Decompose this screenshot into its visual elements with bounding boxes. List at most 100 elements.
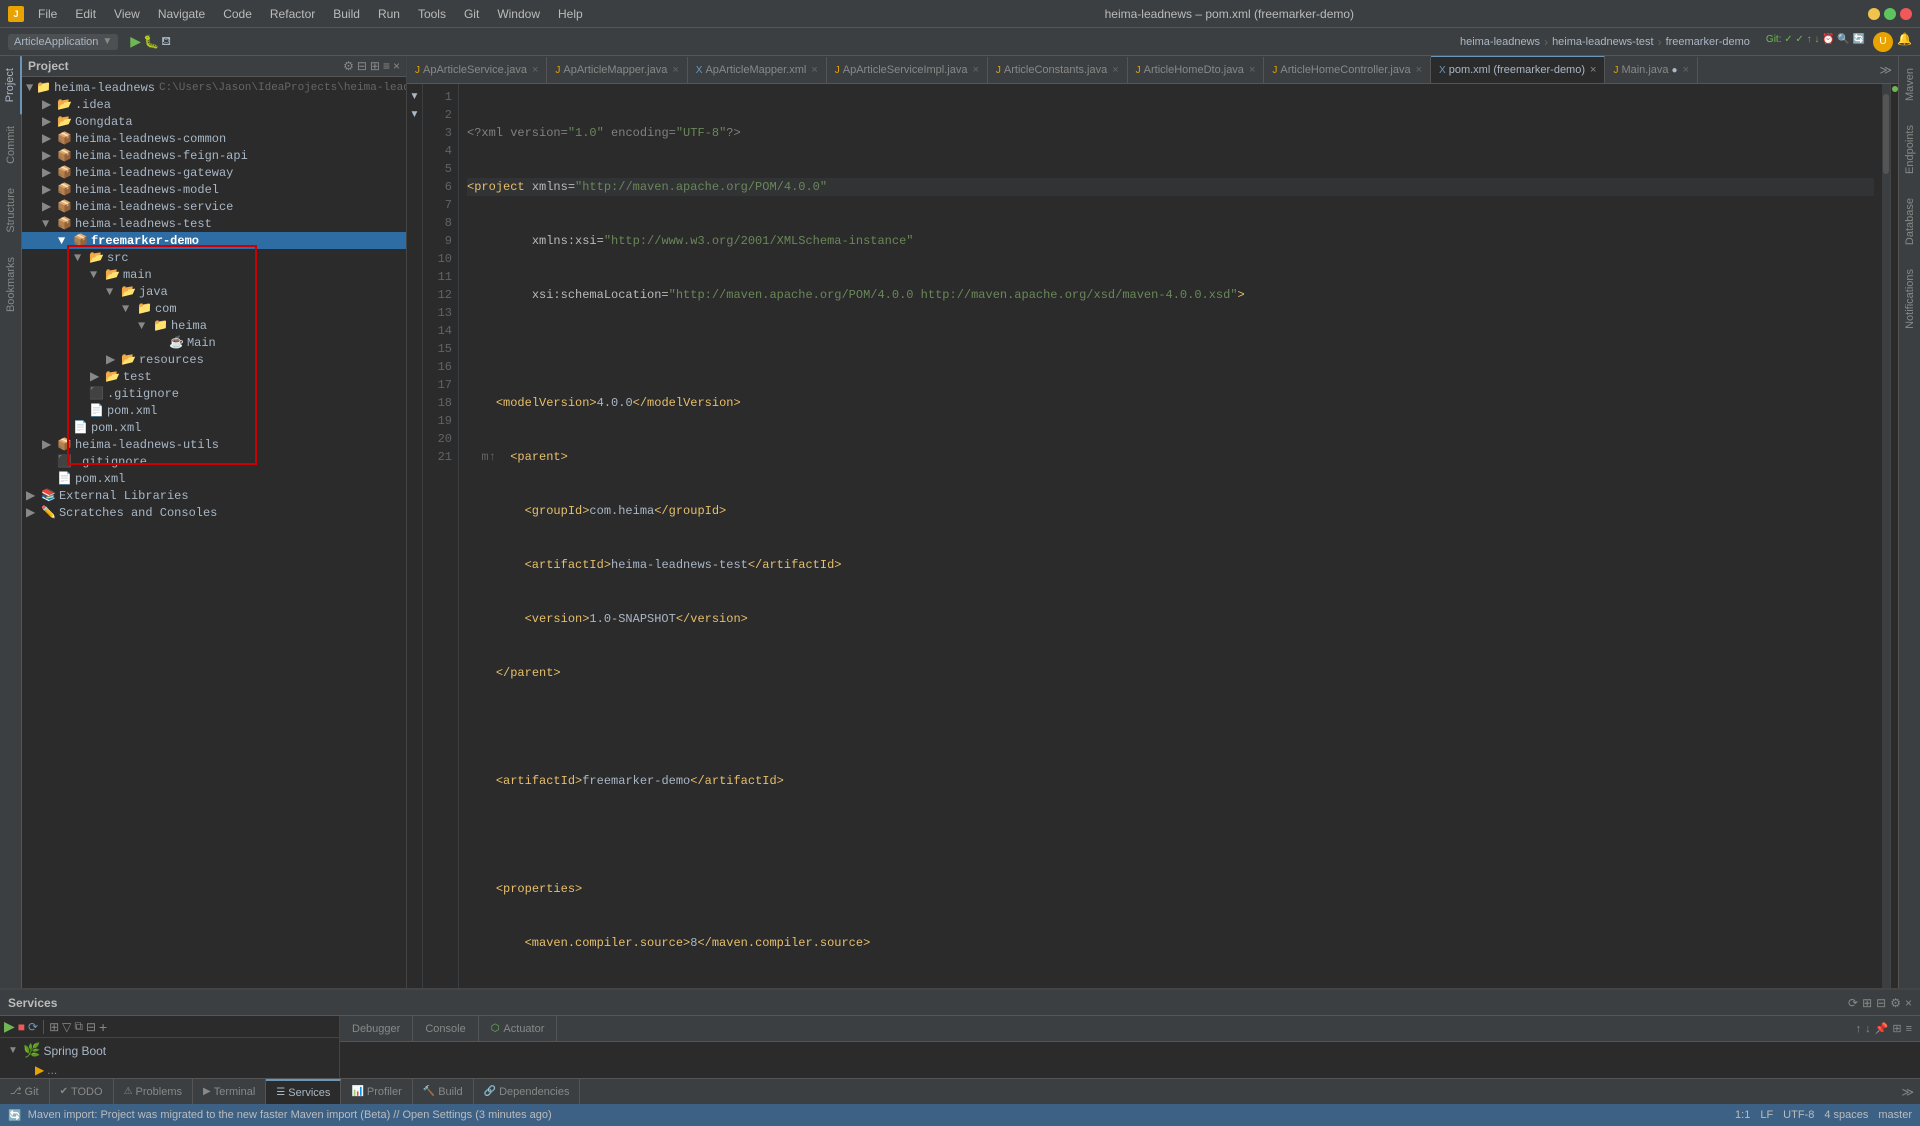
tree-item-test-dir[interactable]: ▶ 📂 test	[22, 368, 406, 385]
editor-scrollbar[interactable]	[1882, 84, 1890, 988]
tree-item-feign[interactable]: ▶ 📦 heima-leadnews-feign-api	[22, 147, 406, 164]
tree-item-model[interactable]: ▶ 📦 heima-leadnews-model	[22, 181, 406, 198]
tab-close-icon[interactable]: ×	[672, 64, 678, 76]
services-run-icon[interactable]: ▶	[4, 1018, 15, 1035]
tab-close-icon[interactable]: ×	[1590, 64, 1596, 76]
bottom-tab-problems[interactable]: ⚠ Problems	[114, 1079, 193, 1105]
tree-item-heima[interactable]: ▼ 📁 heima	[22, 317, 406, 334]
run-button[interactable]: ▶	[130, 33, 141, 50]
tab-close-icon[interactable]: ×	[811, 64, 817, 76]
tree-item-gongdata[interactable]: ▶ 📂 Gongdata	[22, 113, 406, 130]
tree-item-utils[interactable]: ▶ 📦 heima-leadnews-utils	[22, 436, 406, 453]
settings-icon[interactable]: ≡	[383, 59, 390, 73]
git-update-button[interactable]: Git: ✓ ✓ ↑ ↓ ⏰ 🔍 🔄	[1762, 32, 1869, 52]
spring-boot-item[interactable]: ▼ 🌿 Spring Boot	[4, 1040, 335, 1061]
breadcrumb-demo[interactable]: freemarker-demo	[1666, 36, 1750, 48]
sidebar-tab-maven[interactable]: Maven	[1900, 56, 1920, 113]
menu-edit[interactable]: Edit	[67, 5, 104, 23]
services-filter-icon[interactable]: ▽	[62, 1020, 71, 1034]
close-panel-icon[interactable]: ×	[393, 59, 400, 73]
status-lf[interactable]: LF	[1760, 1109, 1773, 1121]
tree-item-idea[interactable]: ▶ 📂 .idea	[22, 96, 406, 113]
scrollbar-thumb[interactable]	[1883, 94, 1889, 174]
tab-close-icon[interactable]: ×	[1249, 64, 1255, 76]
tab-pom-xml[interactable]: X pom.xml (freemarker-demo) ×	[1431, 56, 1605, 83]
tree-item-src[interactable]: ▼ 📂 src	[22, 249, 406, 266]
settings-icon2[interactable]: ⚙	[1890, 996, 1901, 1010]
close-button[interactable]	[1900, 8, 1912, 20]
status-notification[interactable]: 🔄 Maven import: Project was migrated to …	[8, 1109, 1735, 1122]
status-indent[interactable]: 4 spaces	[1824, 1109, 1868, 1121]
tree-item-gitignore[interactable]: ⬛ .gitignore	[22, 385, 406, 402]
svc-table-icon[interactable]: ⊞	[1892, 1022, 1901, 1035]
bottom-tab-profiler[interactable]: 📊 Profiler	[341, 1079, 412, 1105]
bottom-bar-expand-icon[interactable]: ≫	[1895, 1085, 1920, 1099]
tab-ApArticleServiceImpl[interactable]: J ApArticleServiceImpl.java ×	[827, 57, 988, 83]
fold-marker-7[interactable]: ▼	[407, 88, 422, 106]
tab-close-icon[interactable]: ×	[972, 64, 978, 76]
menu-window[interactable]: Window	[489, 5, 548, 23]
tree-item-root[interactable]: ▼ 📁 heima-leadnews C:\Users\Jason\IdeaPr…	[22, 79, 406, 96]
run-config-dropdown[interactable]: ArticleApplication ▼	[8, 34, 118, 50]
code-editor[interactable]: <?xml version="1.0" encoding="UTF-8"?> <…	[459, 84, 1882, 988]
status-position[interactable]: 1:1	[1735, 1109, 1750, 1121]
tab-close-icon[interactable]: ×	[1112, 64, 1118, 76]
menu-file[interactable]: File	[30, 5, 65, 23]
status-branch[interactable]: master	[1878, 1109, 1912, 1121]
tab-close-icon[interactable]: ×	[1416, 64, 1422, 76]
breadcrumb-project[interactable]: heima-leadnews	[1460, 36, 1540, 48]
breadcrumb-test[interactable]: heima-leadnews-test	[1552, 36, 1654, 48]
services-group-icon[interactable]: ⊟	[86, 1020, 96, 1034]
expand-all-icon[interactable]: ⊞	[1862, 996, 1872, 1010]
spring-boot-child[interactable]: ▶ ...	[4, 1061, 335, 1078]
coverage-button[interactable]: ⛾	[161, 34, 171, 50]
tree-item-common[interactable]: ▶ 📦 heima-leadnews-common	[22, 130, 406, 147]
tab-close-icon[interactable]: ×	[1683, 64, 1689, 76]
tree-item-pom-outer[interactable]: 📄 pom.xml	[22, 419, 406, 436]
menu-navigate[interactable]: Navigate	[150, 5, 213, 23]
menu-code[interactable]: Code	[215, 5, 260, 23]
svc-scroll-up-icon[interactable]: ↑	[1856, 1023, 1862, 1035]
minimize-button[interactable]	[1868, 8, 1880, 20]
tab-close-icon[interactable]: ×	[532, 64, 538, 76]
tree-item-pom-root[interactable]: 📄 pom.xml	[22, 470, 406, 487]
svc-scroll-down-icon[interactable]: ↓	[1865, 1023, 1871, 1035]
bottom-tab-services[interactable]: ☰ Services	[266, 1079, 341, 1105]
menu-build[interactable]: Build	[325, 5, 368, 23]
expand-icon[interactable]: ⊞	[370, 59, 380, 73]
tree-item-freemarker-demo[interactable]: ▼ 📦 freemarker-demo	[22, 232, 406, 249]
bottom-tab-git[interactable]: ⎇ Git	[0, 1079, 50, 1105]
fold-marker-15[interactable]: ▼	[407, 106, 422, 124]
bottom-tab-build[interactable]: 🔨 Build	[413, 1079, 474, 1105]
tab-ArticleHomeDto[interactable]: J ArticleHomeDto.java ×	[1128, 57, 1265, 83]
sidebar-tab-project[interactable]: Project	[0, 56, 22, 114]
sidebar-tab-notifications[interactable]: Notifications	[1900, 257, 1920, 341]
tree-item-com[interactable]: ▼ 📁 com	[22, 300, 406, 317]
more-tabs-button[interactable]: ≫	[1873, 63, 1898, 77]
bottom-tab-todo[interactable]: ✔ TODO	[50, 1079, 114, 1105]
gear-icon[interactable]: ⚙	[343, 59, 354, 73]
svc-more-icon[interactable]: ≡	[1906, 1023, 1912, 1035]
tree-item-main[interactable]: ▼ 📂 main	[22, 266, 406, 283]
services-add-icon[interactable]: +	[99, 1019, 107, 1035]
menu-git[interactable]: Git	[456, 5, 487, 23]
tab-ApArticleService[interactable]: J ApArticleService.java ×	[407, 57, 547, 83]
tree-item-service[interactable]: ▶ 📦 heima-leadnews-service	[22, 198, 406, 215]
sidebar-tab-structure[interactable]: Structure	[1, 176, 21, 245]
tree-item-java[interactable]: ▼ 📂 java	[22, 283, 406, 300]
tree-item-Main[interactable]: ☕ Main	[22, 334, 406, 351]
user-avatar[interactable]: U	[1873, 32, 1893, 52]
services-stop-icon[interactable]: ■	[18, 1020, 25, 1034]
services-filter2-icon[interactable]: ⧉	[74, 1019, 83, 1034]
tree-item-pom-inner[interactable]: 📄 pom.xml	[22, 402, 406, 419]
tab-ArticleConstants[interactable]: J ArticleConstants.java ×	[988, 57, 1128, 83]
tab-ApArticleMapper-xml[interactable]: X ApArticleMapper.xml ×	[688, 57, 827, 83]
tree-item-resources[interactable]: ▶ 📂 resources	[22, 351, 406, 368]
menu-tools[interactable]: Tools	[410, 5, 454, 23]
debug-button[interactable]: 🐛	[143, 34, 159, 50]
tree-item-scratches[interactable]: ▶ ✏️ Scratches and Consoles	[22, 504, 406, 521]
sidebar-tab-commit[interactable]: Commit	[1, 114, 21, 176]
tab-ApArticleMapper[interactable]: J ApArticleMapper.java ×	[547, 57, 687, 83]
menu-help[interactable]: Help	[550, 5, 591, 23]
sidebar-tab-database[interactable]: Database	[1900, 186, 1920, 257]
